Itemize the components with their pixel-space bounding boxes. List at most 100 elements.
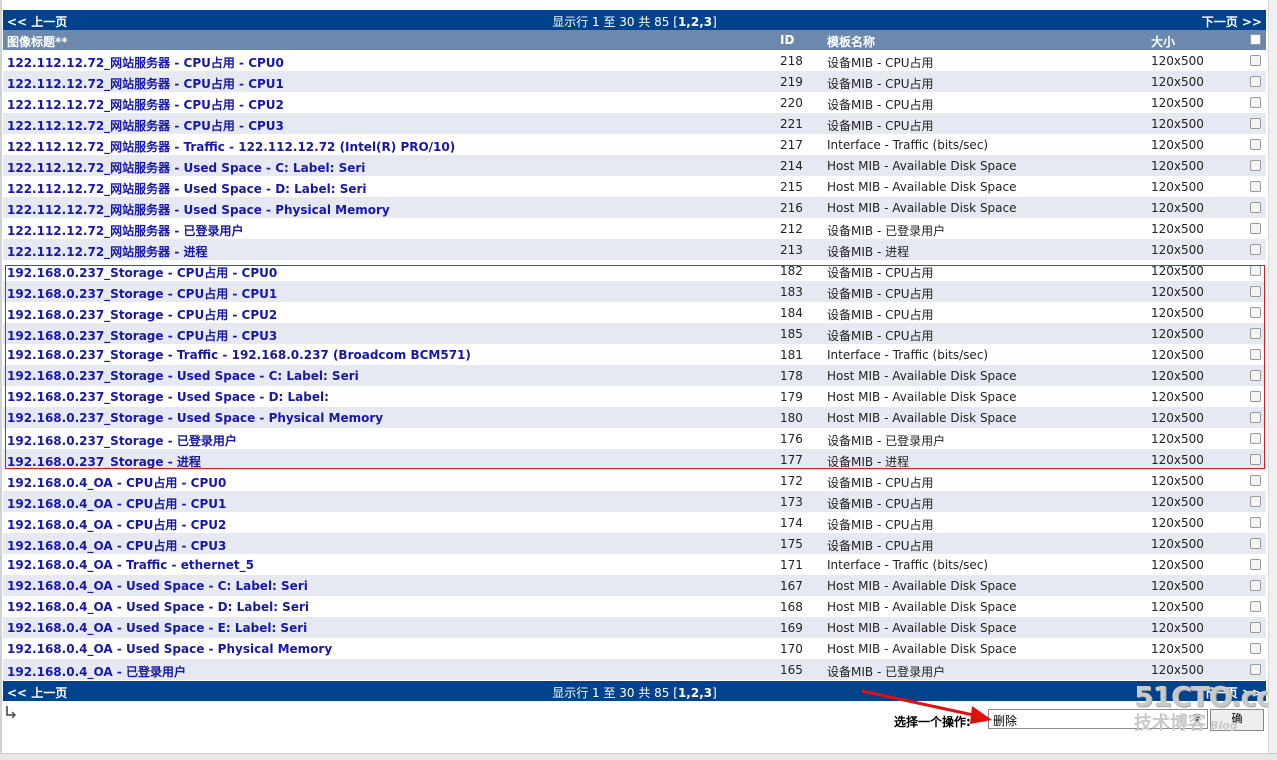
graph-size: 120x500 xyxy=(1151,600,1204,614)
row-select-checkbox[interactable] xyxy=(1250,181,1261,192)
row-select-checkbox[interactable] xyxy=(1250,433,1261,444)
column-header-size[interactable]: 大小 xyxy=(1151,33,1175,50)
graph-title-link[interactable]: 192.168.0.4_OA - CPU占用 - CPU0 xyxy=(7,474,226,491)
graph-template: 设备MIB - CPU占用 xyxy=(827,497,934,511)
graph-title-link[interactable]: 122.112.12.72_网站服务器 - CPU占用 - CPU3 xyxy=(7,117,284,134)
graph-title-link[interactable]: 192.168.0.4_OA - Used Space - E: Label: … xyxy=(7,621,307,635)
graph-id: 168 xyxy=(780,600,803,614)
column-header-template[interactable]: 模板名称 xyxy=(827,33,875,50)
graph-title-link[interactable]: 192.168.0.4_OA - Used Space - D: Label: … xyxy=(7,600,309,614)
graph-title-link[interactable]: 192.168.0.4_OA - Traffic - ethernet_5 xyxy=(7,558,254,572)
graph-title-link[interactable]: 192.168.0.237_Storage - CPU占用 - CPU2 xyxy=(7,306,277,323)
graph-size: 120x500 xyxy=(1151,138,1204,152)
graph-table-body: 122.112.12.72_网站服务器 - CPU占用 - CPU0 218 设备M… xyxy=(3,50,1266,680)
graph-size: 120x500 xyxy=(1151,96,1204,110)
graph-title-link[interactable]: 192.168.0.237_Storage - Used Space - D: … xyxy=(7,390,329,404)
graph-title-link[interactable]: 192.168.0.237_Storage - Traffic - 192.16… xyxy=(7,348,471,362)
row-select-checkbox[interactable] xyxy=(1250,244,1261,255)
table-row: 192.168.0.4_OA - Used Space - D: Label: … xyxy=(3,596,1266,617)
table-row: 122.112.12.72_网站服务器 - Used Space - C: La… xyxy=(3,155,1266,176)
graph-template: Interface - Traffic (bits/sec) xyxy=(827,558,989,572)
table-row: 122.112.12.72_网站服务器 - CPU占用 - CPU3 221 设备M… xyxy=(3,113,1266,134)
row-select-checkbox[interactable] xyxy=(1250,412,1261,423)
graph-title-link[interactable]: 122.112.12.72_网站服务器 - Traffic - 122.112.… xyxy=(7,138,455,155)
graph-title-link[interactable]: 192.168.0.237_Storage - Used Space - Phy… xyxy=(7,411,383,425)
row-select-checkbox[interactable] xyxy=(1250,160,1261,171)
table-row: 122.112.12.72_网站服务器 - Used Space - D: La… xyxy=(3,176,1266,197)
graph-id: 217 xyxy=(780,138,803,152)
table-row: 192.168.0.237_Storage - 进程 177 设备MIB - 进程 1… xyxy=(3,449,1266,470)
top-pagination-bar: << 上一页 显示行 1 至 30 共 85 [1,2,3] 下一页 >> xyxy=(3,10,1266,30)
graph-title-link[interactable]: 192.168.0.237_Storage - 进程 xyxy=(7,453,201,470)
row-select-checkbox[interactable] xyxy=(1250,391,1261,402)
row-select-checkbox[interactable] xyxy=(1250,475,1261,486)
row-select-checkbox[interactable] xyxy=(1250,643,1261,654)
graph-title-link[interactable]: 122.112.12.72_网站服务器 - CPU占用 - CPU0 xyxy=(7,54,284,71)
table-row: 192.168.0.237_Storage - CPU占用 - CPU2 184 设… xyxy=(3,302,1266,323)
graph-title-link[interactable]: 192.168.0.237_Storage - CPU占用 - CPU0 xyxy=(7,264,277,281)
graph-size: 120x500 xyxy=(1151,75,1204,89)
graph-title-link[interactable]: 122.112.12.72_网站服务器 - 已登录用户 xyxy=(7,222,244,239)
row-select-checkbox[interactable] xyxy=(1250,517,1261,528)
pagination-pages-bottom[interactable]: 1,2,3 xyxy=(678,686,712,700)
graph-title-link[interactable]: 122.112.12.72_网站服务器 - Used Space - D: La… xyxy=(7,180,367,197)
row-select-checkbox[interactable] xyxy=(1250,601,1261,612)
next-page-link-bottom[interactable]: 下一页 >> xyxy=(1202,684,1262,701)
row-select-checkbox[interactable] xyxy=(1250,139,1261,150)
row-select-checkbox[interactable] xyxy=(1250,328,1261,339)
graph-size: 120x500 xyxy=(1151,453,1204,467)
row-select-checkbox[interactable] xyxy=(1250,118,1261,129)
row-select-checkbox[interactable] xyxy=(1250,307,1261,318)
row-select-checkbox[interactable] xyxy=(1250,55,1261,66)
row-select-checkbox[interactable] xyxy=(1250,622,1261,633)
row-select-checkbox[interactable] xyxy=(1250,559,1261,570)
graph-title-link[interactable]: 122.112.12.72_网站服务器 - Used Space - C: La… xyxy=(7,159,365,176)
row-select-checkbox[interactable] xyxy=(1250,286,1261,297)
graph-title-link[interactable]: 122.112.12.72_网站服务器 - CPU占用 - CPU1 xyxy=(7,75,284,92)
graph-id: 214 xyxy=(780,159,803,173)
graph-title-link[interactable]: 192.168.0.237_Storage - CPU占用 - CPU3 xyxy=(7,327,277,344)
row-select-checkbox[interactable] xyxy=(1250,664,1261,675)
row-select-checkbox[interactable] xyxy=(1250,76,1261,87)
graph-title-link[interactable]: 192.168.0.237_Storage - Used Space - C: … xyxy=(7,369,359,383)
graph-title-link[interactable]: 122.112.12.72_网站服务器 - 进程 xyxy=(7,243,208,260)
row-select-checkbox[interactable] xyxy=(1250,496,1261,507)
action-select[interactable]: 删除 ▼ xyxy=(988,709,1208,729)
graph-title-link[interactable]: 192.168.0.4_OA - CPU占用 - CPU2 xyxy=(7,516,226,533)
graph-template: 设备MIB - CPU占用 xyxy=(827,476,934,490)
graph-size: 120x500 xyxy=(1151,474,1204,488)
go-button[interactable]: 确 xyxy=(1210,709,1264,731)
row-select-checkbox[interactable] xyxy=(1250,538,1261,549)
graph-title-link[interactable]: 192.168.0.4_OA - 已登录用户 xyxy=(7,663,186,680)
row-select-checkbox[interactable] xyxy=(1250,223,1261,234)
row-select-checkbox[interactable] xyxy=(1250,454,1261,465)
select-all-checkbox[interactable] xyxy=(1250,34,1261,45)
graph-template: 设备MIB - 已登录用户 xyxy=(827,665,946,679)
graph-title-link[interactable]: 122.112.12.72_网站服务器 - CPU占用 - CPU2 xyxy=(7,96,284,113)
row-select-checkbox[interactable] xyxy=(1250,97,1261,108)
graph-title-link[interactable]: 122.112.12.72_网站服务器 - Used Space - Physi… xyxy=(7,201,390,218)
graph-size: 120x500 xyxy=(1151,663,1204,677)
graph-title-link[interactable]: 192.168.0.4_OA - CPU占用 - CPU3 xyxy=(7,537,226,554)
graph-title-link[interactable]: 192.168.0.237_Storage - CPU占用 - CPU1 xyxy=(7,285,277,302)
graph-title-link[interactable]: 192.168.0.237_Storage - 已登录用户 xyxy=(7,432,237,449)
row-select-checkbox[interactable] xyxy=(1250,202,1261,213)
vertical-scrollbar[interactable] xyxy=(1268,0,1277,759)
row-select-checkbox[interactable] xyxy=(1250,265,1261,276)
next-page-link[interactable]: 下一页 >> xyxy=(1202,13,1262,30)
graph-title-link[interactable]: 192.168.0.4_OA - Used Space - Physical M… xyxy=(7,642,332,656)
graph-id: 173 xyxy=(780,495,803,509)
row-select-checkbox[interactable] xyxy=(1250,580,1261,591)
graph-template: Host MIB - Available Disk Space xyxy=(827,201,1017,215)
column-header-title[interactable]: 图像标题** xyxy=(7,33,68,50)
table-row: 122.112.12.72_网站服务器 - Used Space - Physi… xyxy=(3,197,1266,218)
graph-id: 213 xyxy=(780,243,803,257)
row-select-checkbox[interactable] xyxy=(1250,370,1261,381)
column-header-id[interactable]: ID xyxy=(780,33,794,47)
graph-id: 169 xyxy=(780,621,803,635)
graph-title-link[interactable]: 192.168.0.4_OA - Used Space - C: Label: … xyxy=(7,579,308,593)
graph-title-link[interactable]: 192.168.0.4_OA - CPU占用 - CPU1 xyxy=(7,495,226,512)
row-select-checkbox[interactable] xyxy=(1250,349,1261,360)
table-row: 192.168.0.237_Storage - 已登录用户 176 设备MIB - … xyxy=(3,428,1266,449)
pagination-pages[interactable]: 1,2,3 xyxy=(678,15,712,29)
